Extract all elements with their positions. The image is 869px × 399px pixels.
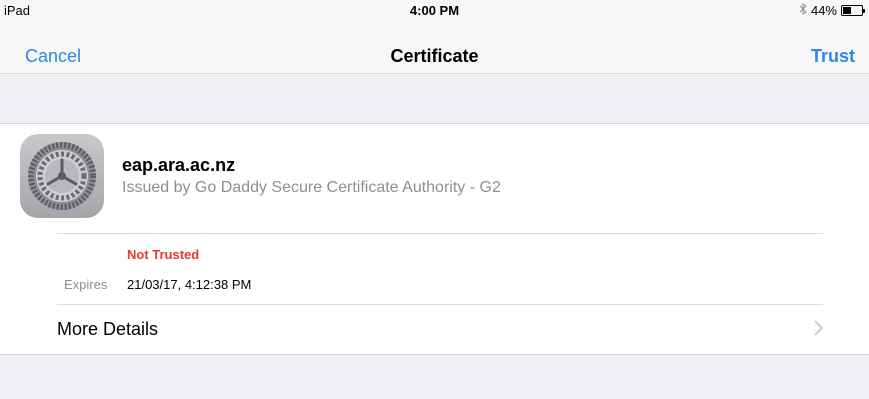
navigation-bar: Cancel Certificate Trust xyxy=(0,20,869,74)
certificate-host: eap.ara.ac.nz xyxy=(122,155,236,175)
expires-value: 21/03/17, 4:12:38 PM xyxy=(127,277,252,292)
battery-percent: 44% xyxy=(810,3,837,18)
status-bar: iPad 4:00 PM 44% xyxy=(0,0,869,20)
trust-button[interactable]: Trust xyxy=(811,46,855,67)
divider xyxy=(57,233,823,234)
bluetooth-icon xyxy=(799,3,807,18)
more-details-row[interactable]: More Details xyxy=(0,305,869,355)
battery-fill xyxy=(843,7,851,14)
expires-label: Expires xyxy=(64,277,108,292)
chevron-right-icon xyxy=(814,320,824,336)
page-title: Certificate xyxy=(390,46,479,66)
status-time: 4:00 PM xyxy=(409,3,460,18)
more-details-label: More Details xyxy=(57,319,159,339)
certificate-issuer: Issued by Go Daddy Secure Certificate Au… xyxy=(122,179,501,196)
trust-status: Not Trusted xyxy=(127,247,200,262)
certificate-card: eap.ara.ac.nz Issued by Go Daddy Secure … xyxy=(0,123,869,355)
settings-gear-icon xyxy=(20,134,104,218)
status-right: 44% xyxy=(799,3,865,18)
battery-icon xyxy=(841,5,865,16)
